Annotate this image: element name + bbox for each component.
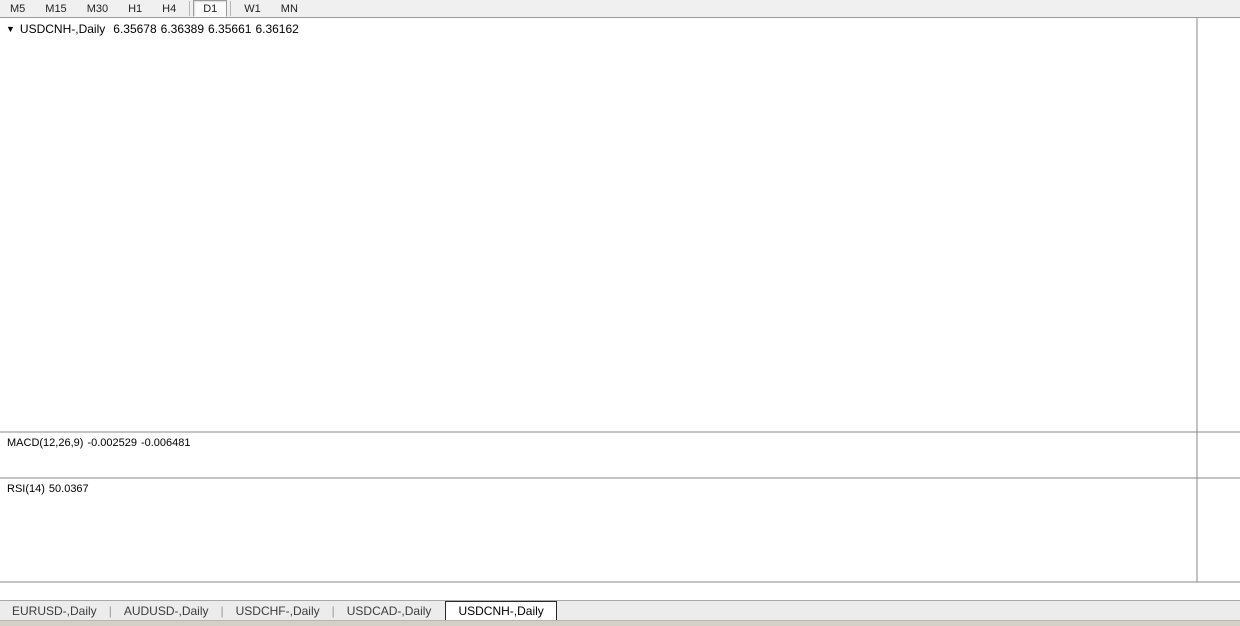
price-chart-svg[interactable] bbox=[0, 18, 1240, 600]
timeframe-button-w1[interactable]: W1 bbox=[234, 0, 271, 17]
timeframe-button-m5[interactable]: M5 bbox=[0, 0, 35, 17]
quote-low: 6.35661 bbox=[208, 22, 251, 36]
chart-tab-eurusd[interactable]: EURUSD-,Daily bbox=[0, 602, 109, 621]
rsi-name: RSI(14) bbox=[7, 483, 45, 495]
quote-high: 6.36389 bbox=[161, 22, 204, 36]
timeframe-toolbar: M5M15M30H1H4 D1 W1MN bbox=[0, 0, 1240, 18]
timeframe-button-h1[interactable]: H1 bbox=[118, 0, 152, 17]
rsi-indicator-label: RSI(14) 50.0367 bbox=[7, 483, 93, 495]
macd-indicator-label: MACD(12,26,9) -0.002529 -0.006481 bbox=[7, 437, 195, 449]
chart-tab-label: USDCHF-,Daily bbox=[236, 604, 320, 618]
timeframe-button-m15[interactable]: M15 bbox=[35, 0, 76, 17]
chart-background bbox=[0, 18, 1240, 600]
timeframe-button-d1[interactable]: D1 bbox=[193, 0, 227, 17]
chart-title: ▼ USDCNH-,Daily 6.35678 6.36389 6.35661 6.361… bbox=[6, 22, 303, 36]
chart-tab-label: USDCAD-,Daily bbox=[347, 604, 432, 618]
chart-tab-label: AUDUSD-,Daily bbox=[124, 604, 209, 618]
collapse-arrow-icon[interactable]: ▼ bbox=[6, 24, 15, 34]
chart-tab-usdcad[interactable]: USDCAD-,Daily bbox=[335, 602, 444, 621]
chart-tab-label: USDCNH-,Daily bbox=[458, 604, 543, 618]
macd-name: MACD(12,26,9) bbox=[7, 437, 83, 449]
quote-open: 6.35678 bbox=[113, 22, 156, 36]
timeframe-button-m30[interactable]: M30 bbox=[77, 0, 118, 17]
chart-tab-audusd[interactable]: AUDUSD-,Daily bbox=[112, 602, 221, 621]
timeframe-button-mn[interactable]: MN bbox=[271, 0, 308, 17]
chart-tab-label: EURUSD-,Daily bbox=[12, 604, 97, 618]
rsi-value: 50.0367 bbox=[49, 483, 89, 495]
chart-tab-usdchf[interactable]: USDCHF-,Daily bbox=[224, 602, 332, 621]
chart-tabs-bar: EURUSD-,Daily|AUDUSD-,Daily|USDCHF-,Dail… bbox=[0, 600, 1240, 621]
toolbar-separator bbox=[230, 1, 231, 16]
chart-tab-usdcnh[interactable]: USDCNH-,Daily bbox=[445, 601, 556, 622]
toolbar-separator bbox=[189, 1, 190, 16]
chart-area[interactable]: ▼ USDCNH-,Daily 6.35678 6.36389 6.35661 6.361… bbox=[0, 18, 1240, 600]
macd-value-main: -0.002529 bbox=[87, 437, 137, 449]
macd-value-signal: -0.006481 bbox=[141, 437, 191, 449]
chart-symbol-label: USDCNH-,Daily bbox=[20, 22, 105, 36]
quote-close: 6.36162 bbox=[255, 22, 298, 36]
window-bottom-strip bbox=[0, 620, 1240, 626]
timeframe-button-h4[interactable]: H4 bbox=[152, 0, 186, 17]
mt4-window: M5M15M30H1H4 D1 W1MN ▼ USDCNH-,Daily 6.35678… bbox=[0, 0, 1240, 626]
